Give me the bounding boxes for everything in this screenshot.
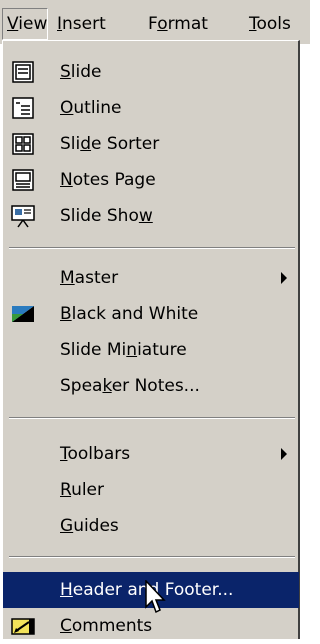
menu-separator — [9, 247, 295, 249]
menu-format-accel: o — [157, 14, 168, 34]
menu-tools-post: ools — [256, 14, 291, 34]
menu-item-slide-miniature[interactable]: Slide Miniature — [3, 332, 299, 368]
menu-tools-accel: T — [249, 14, 257, 34]
comments-icon — [11, 618, 35, 635]
menu-format-post: rmat — [167, 14, 208, 34]
menu-item-label: Outline — [60, 98, 122, 118]
menu-item-slide-show[interactable]: Slide Show — [3, 198, 299, 234]
menu-format[interactable]: Format — [148, 9, 208, 39]
menu-item-slide[interactable]: Slide — [3, 54, 299, 90]
outline-icon — [12, 97, 34, 119]
mouse-pointer-icon — [145, 580, 166, 614]
menu-item-label: Ruler — [60, 480, 105, 500]
menu-item-label: Speaker Notes... — [60, 376, 200, 396]
submenu-arrow-icon — [281, 448, 287, 460]
menu-insert[interactable]: Insert — [57, 9, 106, 39]
menu-item-label: Slide — [60, 62, 102, 82]
menu-item-label: Toolbars — [60, 444, 131, 464]
menu-item-notes-page[interactable]: Notes Page — [3, 162, 299, 198]
slide-show-icon — [11, 205, 35, 228]
submenu-arrow-icon — [281, 272, 287, 284]
notes-page-icon — [12, 169, 34, 191]
black-and-white-icon — [12, 306, 34, 322]
menu-item-label: Notes Page — [60, 170, 156, 190]
menu-item-toolbars[interactable]: Toolbars — [3, 436, 299, 472]
menu-separator — [9, 417, 295, 419]
menu-item-guides[interactable]: Guides — [3, 508, 299, 544]
slide-icon — [12, 61, 34, 83]
menu-item-ruler[interactable]: Ruler — [3, 472, 299, 508]
menu-item-label: Slide Show — [60, 206, 153, 226]
menu-view-post: iew — [18, 14, 48, 34]
menu-item-label: Master — [60, 268, 119, 288]
menu-item-outline[interactable]: Outline — [3, 90, 299, 126]
slide-sorter-icon — [12, 133, 34, 155]
menu-format-pre: F — [148, 14, 158, 34]
menu-bar: View Insert Format Tools — [0, 0, 310, 44]
menu-item-black-and-white[interactable]: Black and White — [3, 296, 299, 332]
menu-item-label: Slide Miniature — [60, 340, 187, 360]
menu-item-label: Slide Sorter — [60, 134, 160, 154]
menu-item-speaker-notes[interactable]: Speaker Notes... — [3, 368, 299, 404]
menu-item-master[interactable]: Master — [3, 260, 299, 296]
menu-view-accel: V — [7, 14, 19, 34]
view-menu-dropdown: Slide Outline Slide Sorter Notes Page Sl… — [2, 40, 300, 639]
menu-item-label: Guides — [60, 516, 119, 536]
menu-tools[interactable]: Tools — [249, 9, 291, 39]
menu-item-label: Black and White — [60, 304, 199, 324]
menu-view[interactable]: View — [2, 8, 48, 40]
menu-insert-post: nsert — [62, 14, 106, 34]
menu-item-slide-sorter[interactable]: Slide Sorter — [3, 126, 299, 162]
menu-separator — [9, 556, 295, 558]
menu-item-label: Comments — [60, 616, 153, 636]
